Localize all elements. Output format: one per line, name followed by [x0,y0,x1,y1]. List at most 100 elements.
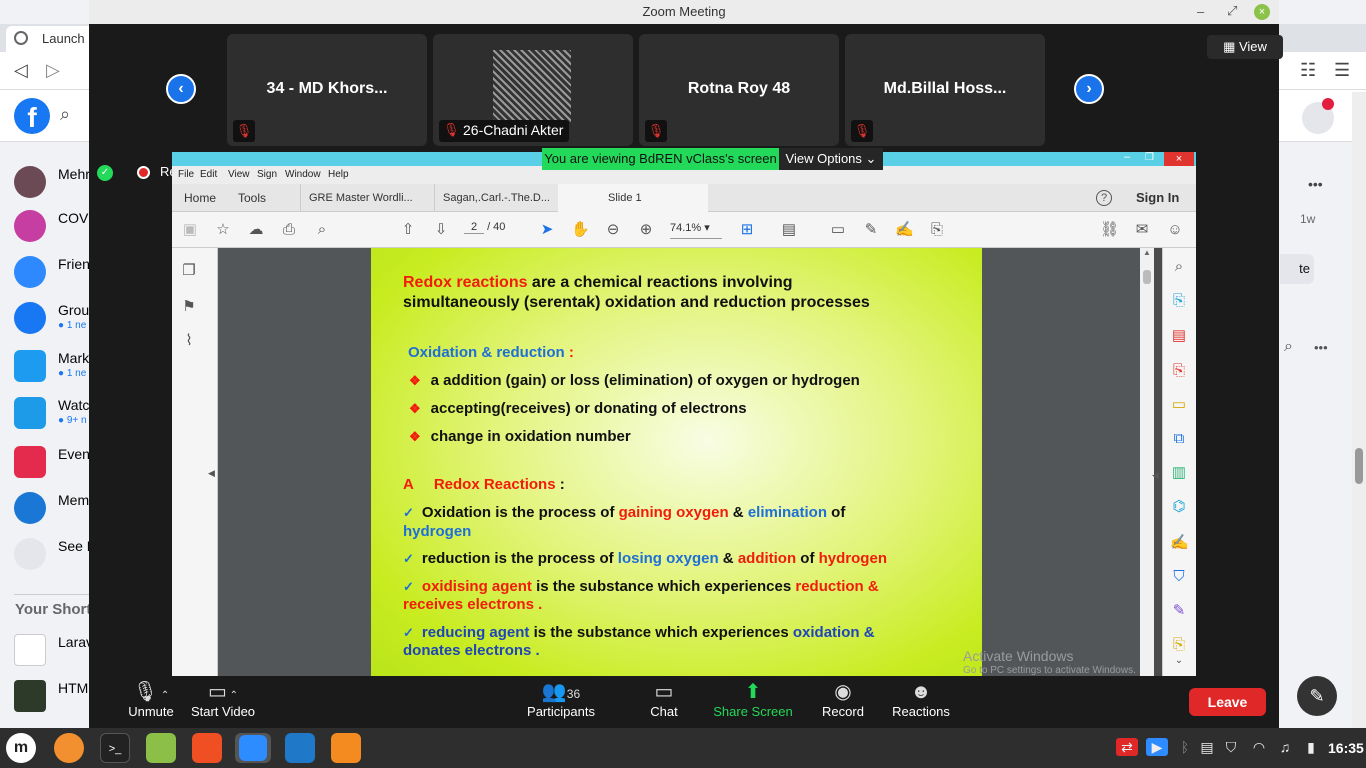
page-indicator[interactable]: 2 / 40 [464,221,505,234]
hand-icon[interactable]: ✋ [571,221,590,239]
upload-icon[interactable]: ☁ [247,221,265,239]
view-options-button[interactable]: View Options ⌄ [779,148,883,170]
select-icon[interactable]: ➤ [538,221,556,239]
battery-icon[interactable]: ▮ [1302,738,1320,756]
participant-tile[interactable]: 26-Chadni Akter 🎙 [433,34,633,146]
zoom-app-icon[interactable] [235,733,271,763]
clipboard-icon[interactable]: ▤ [1198,738,1216,756]
comment-icon[interactable]: ▭ [829,221,847,239]
firefox-icon[interactable] [54,733,84,763]
start-menu-icon[interactable]: m [6,733,36,763]
tab-slide[interactable]: Slide 1 [558,184,708,212]
edit-pdf-icon[interactable]: ▥ [1170,464,1188,482]
chat-button[interactable]: ▭ Chat [631,676,697,728]
vertical-scrollbar[interactable]: ▲ [1140,248,1154,676]
more-icon[interactable]: ••• [1308,176,1323,192]
page-scrollbar-thumb[interactable] [1355,448,1363,484]
page-up-icon[interactable]: ⇧ [399,221,417,239]
menu-icon[interactable]: ☰ [1334,60,1350,81]
combine-icon[interactable]: ⧉ [1170,430,1188,448]
reader-icon[interactable]: ☷ [1300,60,1316,81]
start-video-button[interactable]: ▭ ⌃ Start Video [185,676,261,728]
anydesk-icon[interactable]: ⇄ [1116,738,1138,756]
reactions-button[interactable]: ☻ Reactions [887,676,955,728]
page-current[interactable]: 2 [464,221,484,234]
participants-button[interactable]: 👥36 Participants [523,676,599,728]
bookmark-icon[interactable]: ⚑ [180,298,198,316]
shield-icon[interactable]: ⛉ [1222,738,1240,756]
sublime-icon[interactable] [331,733,361,763]
minimize-icon[interactable]: – [1197,4,1204,19]
sign-in-button[interactable]: Sign In [1128,184,1187,212]
measure-icon[interactable]: ▤ [780,221,798,239]
tab-tools[interactable]: Tools [230,184,274,212]
tab-home[interactable]: Home [176,184,224,212]
save-icon[interactable]: ▣ [181,221,199,239]
more-icon[interactable]: ••• [1314,340,1328,355]
zoom-select[interactable]: 74.1% ▾ [670,221,722,239]
menu-sign[interactable]: Sign [257,169,277,180]
vscode-icon[interactable] [285,733,315,763]
scroll-up-icon[interactable]: ▲ [1143,248,1151,257]
comment-icon[interactable]: ▭ [1170,396,1188,414]
forward-icon[interactable]: ▷ [46,60,60,81]
menu-view[interactable]: View [228,169,250,180]
bluetooth-icon[interactable]: ᛒ [1176,738,1194,756]
menu-edit[interactable]: Edit [200,169,217,180]
request-signature-icon[interactable]: ✎ [1170,602,1188,620]
fit-page-icon[interactable]: ⊞ [738,221,756,239]
close-icon[interactable]: × [1254,4,1270,20]
chevron-down-icon[interactable]: ⌄ [1170,652,1188,670]
terminal-icon[interactable]: >_ [100,733,130,763]
prev-page-icon[interactable]: ‹ [166,74,196,104]
page-down-icon[interactable]: ⇩ [432,221,450,239]
link-icon[interactable]: ⛓ [1100,221,1119,239]
page-scrollbar[interactable] [1352,92,1366,728]
search-icon[interactable]: ⌕ [60,104,70,125]
mail-icon[interactable]: ✉ [1133,221,1151,239]
add-user-icon[interactable]: ☺ [1166,221,1184,239]
zoom-in-icon[interactable]: ⊕ [637,221,655,239]
scan-icon[interactable]: ⌬ [1170,498,1188,516]
leave-button[interactable]: Leave [1189,688,1266,716]
files-icon[interactable] [146,733,176,763]
sign-icon[interactable]: ✍ [895,221,914,239]
pages-icon[interactable]: ❐ [180,262,198,280]
print-icon[interactable]: ⎙ [280,221,298,239]
view-button[interactable]: ▦ View [1207,35,1283,59]
menu-help[interactable]: Help [328,169,349,180]
back-icon[interactable]: ◁ [14,60,28,81]
stamp-icon[interactable]: ⎘ [928,221,946,239]
scrollbar-thumb[interactable] [1143,270,1151,284]
zoom-tray-icon[interactable]: ▶ [1146,738,1168,756]
participant-tile[interactable]: 34 - MD Khors... 🎙 [227,34,427,146]
compose-icon[interactable]: ✎ [1297,676,1337,716]
right-action-button[interactable]: te [1280,254,1314,284]
wifi-icon[interactable]: ◠ [1250,738,1268,756]
protect-icon[interactable]: ⛉ [1170,568,1188,586]
collapse-left-icon[interactable]: ◀ [208,468,215,479]
participant-tile[interactable]: Rotna Roy 48 🎙 [639,34,839,146]
next-page-icon[interactable]: › [1074,74,1104,104]
help-icon[interactable]: ? [1096,190,1112,206]
record-button[interactable]: ◉ Record [811,676,875,728]
tab-document[interactable]: GRE Master Wordli... [300,184,420,212]
music-icon[interactable]: ♫ [1276,738,1294,756]
clock[interactable]: 16:35 [1328,740,1364,756]
pen-icon[interactable]: ✎ [862,221,880,239]
attachment-icon[interactable]: ⌇ [180,332,198,350]
maximize-icon[interactable]: ⤢ [1227,3,1237,19]
unmute-button[interactable]: 🎙 ⌃ Unmute [113,676,189,728]
search-icon[interactable]: ⌕ [1284,338,1293,356]
export-pdf-icon[interactable]: ⎘ [1170,292,1188,310]
organize-icon[interactable]: ▤ [1170,327,1188,345]
fill-sign-icon[interactable]: ✍ [1170,534,1189,552]
zoom-out-icon[interactable]: ⊖ [604,221,622,239]
menu-window[interactable]: Window [285,169,321,180]
tab-document[interactable]: Sagan,.Carl.-.The.D... [434,184,554,212]
zoom-icon[interactable]: ⌕ [1170,258,1188,276]
facebook-logo[interactable]: f [14,98,50,134]
zoom-search-icon[interactable]: ⌕ [313,221,331,239]
participant-tile[interactable]: Md.Billal Hoss... 🎙 [845,34,1045,146]
menu-file[interactable]: File [178,169,194,180]
